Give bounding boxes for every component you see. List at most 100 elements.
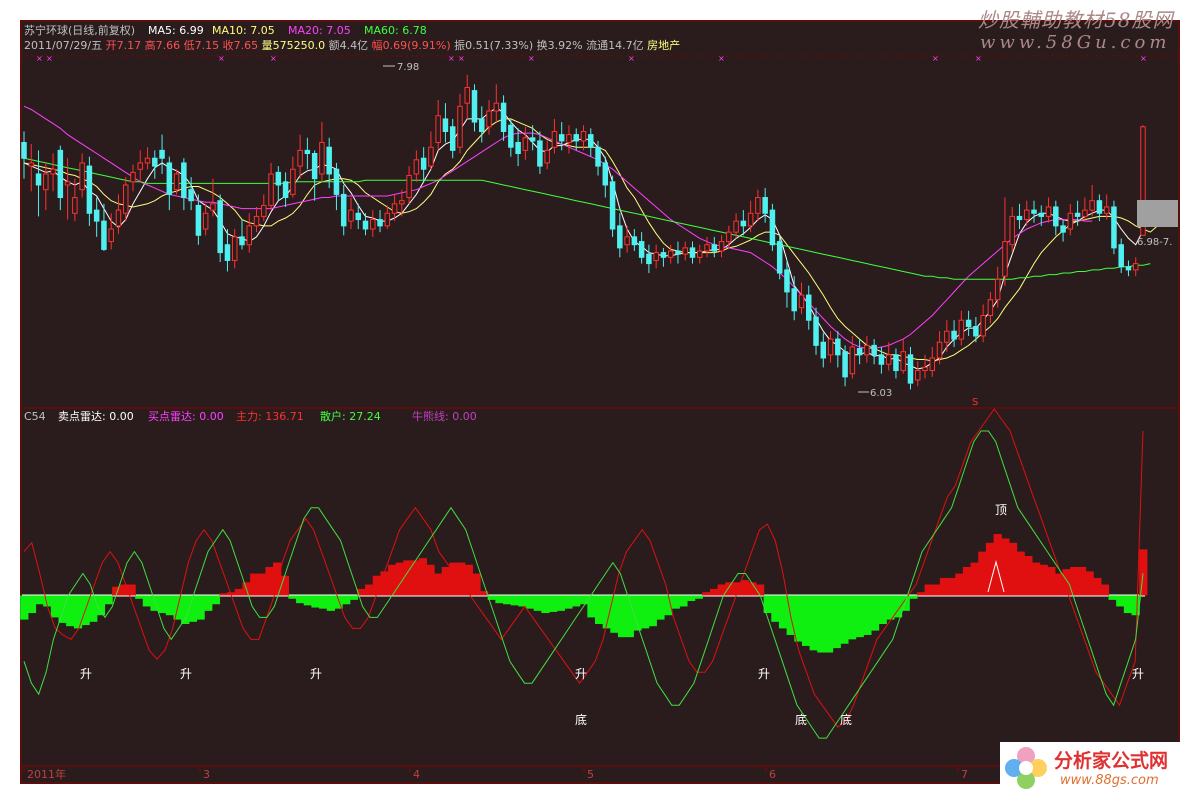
candle-body: [675, 250, 681, 255]
candle-body: [130, 171, 136, 183]
candle-body: [791, 288, 797, 312]
candle-body: [820, 341, 827, 359]
candle-body: [144, 157, 151, 164]
watermark-bottom-url: www.88gs.com: [1060, 773, 1159, 788]
x-tick-label: 7: [961, 768, 968, 781]
histogram-bar: [1008, 542, 1018, 596]
candle-body: [900, 351, 906, 372]
histogram-bar: [50, 595, 60, 618]
candle-body: [1125, 266, 1132, 271]
histogram-bar: [962, 566, 972, 596]
price-info-item: 幅0.69(9.91%): [372, 39, 455, 52]
histogram-bar: [104, 595, 113, 605]
histogram-bar: [27, 595, 37, 614]
candle-body: [944, 330, 950, 343]
candle-body: [384, 212, 391, 227]
ma-legend: MA5: 6.99 MA10: 7.05 MA20: 7.05 MA60: 6.78: [148, 24, 427, 37]
candle-body: [646, 253, 652, 265]
candle-body: [493, 102, 500, 112]
histogram-bar: [265, 566, 274, 596]
candle-body: [1060, 225, 1066, 233]
candle-body: [28, 162, 35, 167]
candle-body: [137, 162, 144, 170]
signal-up: 升: [758, 667, 770, 681]
candle-body: [210, 203, 216, 211]
histogram-bar: [970, 562, 979, 596]
candle-body: [1023, 209, 1030, 221]
histogram-bar: [58, 595, 67, 623]
histogram-bar: [1016, 551, 1025, 596]
candle-body: [842, 351, 848, 378]
candle-body: [711, 244, 718, 252]
candle-body: [965, 319, 972, 328]
candle-body: [529, 137, 536, 142]
candle-body: [442, 118, 449, 132]
candle-body: [173, 173, 180, 191]
candle: [769, 203, 776, 252]
candle: [217, 194, 223, 263]
indicator-legend-item: 牛熊线: 0.00: [412, 409, 477, 423]
candle-body: [733, 220, 739, 233]
histogram-bar: [1031, 562, 1041, 596]
candle-body: [893, 354, 899, 372]
indicator-legend-item: 卖点雷达: 0.00: [58, 410, 134, 423]
histogram-bar: [426, 564, 435, 596]
candle: [776, 235, 783, 280]
candle-body: [217, 200, 223, 254]
histogram-bar: [694, 595, 703, 599]
histogram-bar: [656, 595, 665, 620]
candle-body: [609, 181, 616, 230]
histogram-bar: [66, 595, 75, 627]
histogram-bar: [594, 595, 604, 624]
histogram-bar: [1039, 564, 1048, 596]
candle-body: [980, 315, 986, 337]
period-marker: ×: [718, 54, 725, 63]
histogram-bar: [257, 573, 267, 596]
candle-body: [413, 159, 420, 175]
candle-body: [35, 173, 42, 186]
candle-body: [152, 157, 158, 167]
histogram-bar: [518, 595, 527, 607]
candle-body: [762, 197, 768, 214]
candle-body: [1082, 209, 1088, 217]
signal-up: 升: [1132, 667, 1144, 681]
histogram-bar: [35, 595, 44, 605]
candle-body: [319, 142, 325, 175]
candle-body: [464, 86, 470, 104]
histogram-bar: [219, 593, 228, 596]
candle-body: [551, 130, 558, 148]
histogram-bar: [464, 564, 473, 596]
candle-body: [573, 134, 579, 142]
candle-body: [479, 118, 485, 132]
candle-body: [740, 220, 747, 227]
candle-body: [1045, 206, 1052, 217]
candle-body: [755, 197, 761, 214]
last-price-box: [1137, 200, 1178, 227]
candle-body: [86, 165, 93, 214]
x-tick-label: 6: [769, 768, 776, 781]
candle: [1111, 200, 1117, 255]
histogram-bar: [870, 595, 880, 631]
candle-body: [907, 354, 914, 384]
histogram-bar: [188, 595, 198, 622]
signal-bottom: 底: [795, 712, 807, 727]
signal-bottom: 底: [840, 712, 852, 727]
candle-body: [79, 162, 85, 191]
candle-body: [1132, 263, 1139, 271]
histogram-bar: [863, 595, 872, 635]
histogram-bar: [472, 573, 481, 596]
histogram-bar: [1139, 549, 1148, 596]
histogram-bar: [526, 595, 535, 609]
histogram-bar: [932, 584, 941, 596]
indicator-legend-item: 买点雷达: 0.00: [148, 410, 224, 423]
candle-body: [689, 247, 696, 258]
histogram-bar: [495, 595, 504, 604]
candle-body: [304, 149, 311, 155]
candle-body: [638, 241, 645, 258]
candle-body: [362, 220, 369, 230]
histogram-bar: [280, 575, 290, 596]
x-tick-label: 5: [587, 768, 594, 781]
histogram-bar: [196, 595, 205, 620]
histogram-bar: [709, 588, 719, 596]
candle-body: [515, 142, 521, 155]
